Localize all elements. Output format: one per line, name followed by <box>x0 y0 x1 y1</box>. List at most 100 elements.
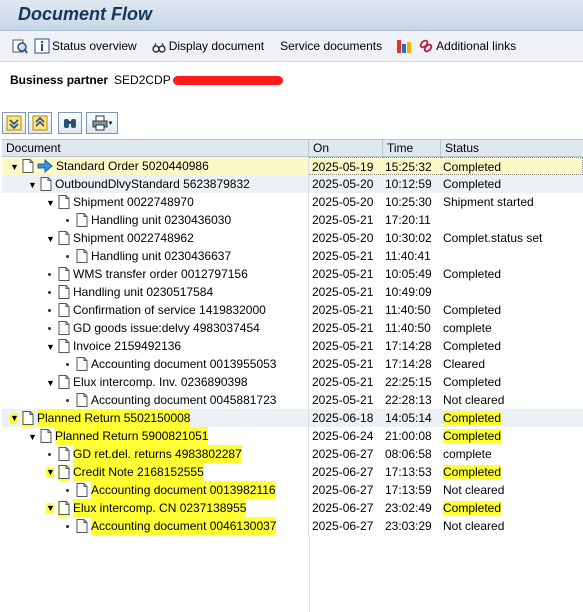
table-row[interactable]: ▼ Elux intercomp. Inv. 0236890398 2025-05-… <box>2 373 583 391</box>
document-cell[interactable]: ▼ Credit Note 2168152555 <box>2 463 309 481</box>
time-cell: 10:30:02 <box>385 231 432 245</box>
status-overview-button[interactable]: Status overview <box>34 38 137 54</box>
status-cell: Not cleared <box>441 481 583 499</box>
document-cell[interactable]: ▼ OutboundDlvyStandard 5623879832 <box>2 175 309 193</box>
date-cell: 2025-06-27 <box>312 501 374 515</box>
expand-all-button[interactable] <box>2 112 26 134</box>
title-bar: Document Flow <box>0 0 583 31</box>
table-row[interactable]: Handling unit 0230436030 2025-05-21 17:20:… <box>2 211 583 229</box>
table-row[interactable]: ▼ Shipment 0022748970 2025-05-20 10:25:30 Sh… <box>2 193 583 211</box>
expand-toggle-icon[interactable]: ▼ <box>28 432 37 442</box>
document-cell[interactable]: Accounting document 0046130037 <box>2 517 309 535</box>
table-row[interactable]: Accounting document 0013955053 2025-05-21… <box>2 355 583 373</box>
table-row[interactable]: GD ret.del. returns 4983802287 2025-06-27… <box>2 445 583 463</box>
document-cell[interactable]: Confirmation of service 1419832000 <box>2 301 309 319</box>
document-label: OutboundDlvyStandard 5623879832 <box>55 177 250 191</box>
document-cell[interactable]: Handling unit 0230517584 <box>2 283 309 301</box>
expand-toggle-icon[interactable]: ▼ <box>46 378 55 388</box>
document-label: Accounting document 0045881723 <box>91 393 277 407</box>
expand-toggle-icon[interactable]: ▼ <box>46 503 55 513</box>
document-cell[interactable]: ▼ Planned Return 5900821051 <box>2 427 309 445</box>
time-cell: 23:02:49 <box>385 501 432 515</box>
document-cell[interactable]: WMS transfer order 0012797156 <box>2 265 309 283</box>
expand-toggle-icon[interactable]: ▼ <box>28 180 37 190</box>
expand-toggle-icon[interactable]: ▼ <box>46 467 55 477</box>
time-cell: 10:49:09 <box>385 285 432 299</box>
time-cell: 17:13:53 <box>385 465 432 479</box>
document-cell[interactable]: ▼ Elux intercomp. Inv. 0236890398 <box>2 373 309 391</box>
table-row[interactable]: ▼ Invoice 2159492136 2025-05-21 17:14:28 Com… <box>2 337 583 355</box>
date-cell: 2025-05-21 <box>312 339 374 353</box>
document-icon <box>58 195 70 211</box>
expand-icon <box>6 115 22 131</box>
table-row[interactable]: Handling unit 0230517584 2025-05-21 10:49:… <box>2 283 583 301</box>
tree-toolbar: ▾ <box>2 112 120 134</box>
document-label: Credit Note 2168152555 <box>73 463 204 481</box>
table-row[interactable]: Handling unit 0230436637 2025-05-21 11:40:… <box>2 247 583 265</box>
table-row[interactable]: ▼ Credit Note 2168152555 2025-06-27 17:13:5… <box>2 463 583 481</box>
table-row[interactable]: Accounting document 0013982116 2025-06-27… <box>2 481 583 499</box>
document-cell[interactable]: ▼ Standard Order 5020440986 <box>2 157 309 175</box>
document-label: GD ret.del. returns 4983802287 <box>73 445 242 463</box>
header-status[interactable]: Status <box>441 140 583 156</box>
document-label: Invoice 2159492136 <box>73 339 182 353</box>
expand-toggle-icon[interactable]: ▼ <box>10 162 19 172</box>
time-cell: 11:40:41 <box>385 249 431 263</box>
table-row[interactable]: ▼ OutboundDlvyStandard 5623879832 2025-05-… <box>2 175 583 193</box>
leaf-bullet-icon <box>48 273 51 276</box>
document-cell[interactable]: ▼ Invoice 2159492136 <box>2 337 309 355</box>
application-toolbar: Status overview Display document Service… <box>0 31 583 62</box>
table-row[interactable]: ▼ Planned Return 5900821051 2025-06-24 21:0… <box>2 427 583 445</box>
date-cell: 2025-06-27 <box>312 519 374 533</box>
document-cell[interactable]: Accounting document 0013982116 <box>2 481 309 499</box>
table-row[interactable]: Accounting document 0046130037 2025-06-27… <box>2 517 583 535</box>
date-cell: 2025-05-19 <box>309 157 383 175</box>
table-row[interactable]: ▼ Elux intercomp. CN 0237138955 2025-06-27… <box>2 499 583 517</box>
find-button[interactable] <box>12 38 28 54</box>
collapse-all-button[interactable] <box>28 112 52 134</box>
status-cell: Completed <box>441 427 583 445</box>
document-cell[interactable]: GD goods issue:delvy 4983037454 <box>2 319 309 337</box>
additional-links-label: Additional links <box>436 39 517 53</box>
document-cell[interactable]: Accounting document 0045881723 <box>2 391 309 409</box>
table-row[interactable]: ▼ Standard Order 5020440986 2025-05-19 15:2… <box>2 157 583 175</box>
document-cell[interactable]: Accounting document 0013955053 <box>2 355 309 373</box>
table-row[interactable]: ▼ Planned Return 5502150008 2025-06-18 14:0… <box>2 409 583 427</box>
display-document-button[interactable]: Display document <box>151 38 264 54</box>
document-cell[interactable]: ▼ Planned Return 5502150008 <box>2 409 309 427</box>
document-icon <box>58 501 70 517</box>
time-cell: 23:03:29 <box>385 519 432 533</box>
document-label: Accounting document 0013982116 <box>91 481 276 499</box>
page-title: Document Flow <box>18 4 152 24</box>
chart-button[interactable] <box>396 38 412 54</box>
header-document[interactable]: Document <box>2 140 309 156</box>
expand-toggle-icon[interactable]: ▼ <box>46 342 55 352</box>
date-cell: 2025-06-27 <box>312 483 374 497</box>
document-cell[interactable]: GD ret.del. returns 4983802287 <box>2 445 309 463</box>
document-cell[interactable]: ▼ Shipment 0022748970 <box>2 193 309 211</box>
find-in-tree-button[interactable] <box>58 112 82 134</box>
display-document-label: Display document <box>168 39 265 53</box>
expand-toggle-icon[interactable]: ▼ <box>46 198 55 208</box>
document-cell[interactable]: ▼ Elux intercomp. CN 0237138955 <box>2 499 309 517</box>
header-on[interactable]: On <box>309 140 383 156</box>
document-icon <box>76 483 88 499</box>
header-time[interactable]: Time <box>383 140 441 156</box>
table-row[interactable]: ▼ Shipment 0022748962 2025-05-20 10:30:02 Co… <box>2 229 583 247</box>
table-row[interactable]: WMS transfer order 0012797156 2025-05-21 1… <box>2 265 583 283</box>
document-cell[interactable]: Handling unit 0230436030 <box>2 211 309 229</box>
document-cell[interactable]: Handling unit 0230436637 <box>2 247 309 265</box>
document-cell[interactable]: ▼ Shipment 0022748962 <box>2 229 309 247</box>
expand-toggle-icon[interactable]: ▼ <box>10 413 19 423</box>
table-row[interactable]: Confirmation of service 1419832000 2025-0… <box>2 301 583 319</box>
additional-links-button[interactable]: Additional links <box>418 38 516 54</box>
service-documents-button[interactable]: Service documents <box>278 39 382 53</box>
document-icon <box>40 177 52 193</box>
status-value: Not cleared <box>443 519 505 533</box>
status-value: Completed <box>443 429 502 443</box>
expand-toggle-icon[interactable]: ▼ <box>46 234 55 244</box>
print-button[interactable]: ▾ <box>86 112 118 134</box>
status-value: Not cleared <box>443 483 505 497</box>
table-row[interactable]: Accounting document 0045881723 2025-05-21… <box>2 391 583 409</box>
table-row[interactable]: GD goods issue:delvy 4983037454 2025-05-2… <box>2 319 583 337</box>
